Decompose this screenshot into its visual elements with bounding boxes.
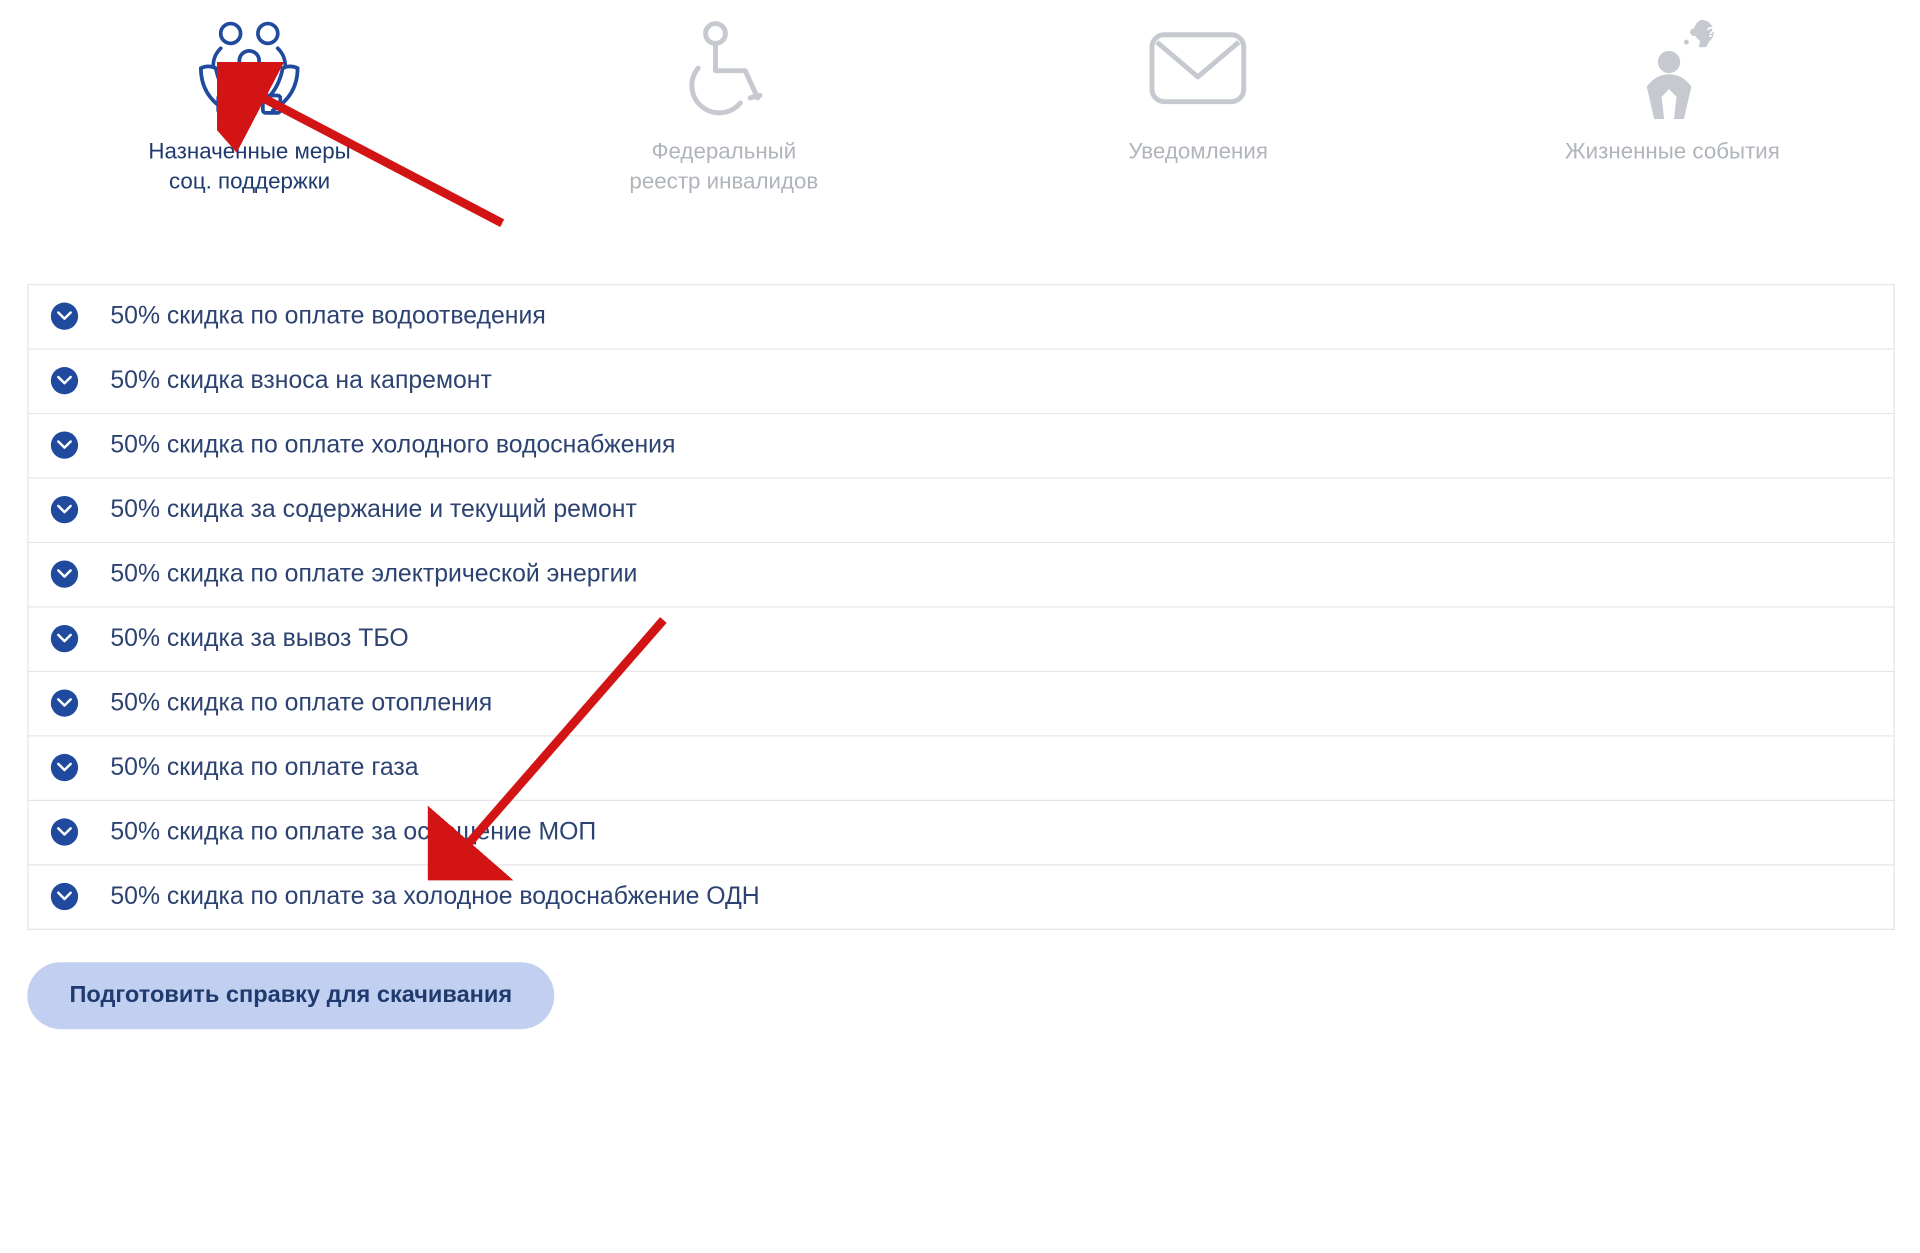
list-item-label: 50% скидка за вывоз ТБО <box>110 624 408 653</box>
chevron-down-icon <box>51 883 78 910</box>
list-item-label: 50% скидка по оплате за освещение МОП <box>110 818 596 847</box>
thinking-person-icon: ? <box>1617 12 1729 124</box>
list-item-label: 50% скидка взноса на капремонт <box>110 367 491 396</box>
tab-label-line2: соц. поддержки <box>169 167 330 197</box>
list-item-label: 50% скидка по оплате газа <box>110 753 418 782</box>
list-item-label: 50% скидка по оплате водоотведения <box>110 302 545 331</box>
chevron-down-icon <box>51 754 78 781</box>
chevron-down-icon <box>51 303 78 330</box>
list-item-label: 50% скидка по оплате холодного водоснабж… <box>110 431 675 460</box>
page-container: Назначенные меры соц. поддержки Федераль… <box>0 0 1920 1029</box>
tab-label-line1: Федеральный <box>652 136 797 166</box>
list-item[interactable]: 50% скидка за вывоз ТБО <box>27 607 1894 671</box>
tab-life-events[interactable]: ? Жизненные события <box>1448 12 1898 196</box>
category-tabs: Назначенные меры соц. поддержки Федераль… <box>0 0 1920 209</box>
list-item[interactable]: 50% скидка взноса на капремонт <box>27 349 1894 413</box>
chevron-down-icon <box>51 367 78 394</box>
list-item-label: 50% скидка по оплате отопления <box>110 689 492 718</box>
tab-label-line2: реестр инвалидов <box>629 167 818 197</box>
list-item[interactable]: 50% скидка по оплате за холодное водосна… <box>27 865 1894 929</box>
list-item[interactable]: 50% скидка по оплате газа <box>27 736 1894 800</box>
list-item[interactable]: 50% скидка по оплате водоотведения <box>27 283 1894 349</box>
envelope-icon <box>1142 12 1254 124</box>
chevron-down-icon <box>51 496 78 523</box>
chevron-down-icon <box>51 690 78 717</box>
list-item[interactable]: 50% скидка по оплате электрической энерг… <box>27 543 1894 607</box>
list-item[interactable]: 50% скидка по оплате холодного водоснабж… <box>27 414 1894 478</box>
chevron-down-icon <box>51 561 78 588</box>
list-item[interactable]: 50% скидка по оплате за освещение МОП <box>27 801 1894 865</box>
tab-label-line1: Назначенные меры <box>148 136 350 166</box>
list-item[interactable]: 50% скидка за содержание и текущий ремон… <box>27 478 1894 542</box>
tab-notifications[interactable]: Уведомления <box>973 12 1423 196</box>
chevron-down-icon <box>51 625 78 652</box>
family-support-icon <box>194 12 306 124</box>
list-item-label: 50% скидка по оплате электрической энерг… <box>110 560 637 589</box>
tab-label-line1: Уведомления <box>1128 136 1268 166</box>
list-item[interactable]: 50% скидка по оплате отопления <box>27 672 1894 736</box>
chevron-down-icon <box>51 432 78 459</box>
tab-disability-registry[interactable]: Федеральный реестр инвалидов <box>499 12 949 196</box>
list-item-label: 50% скидка за содержание и текущий ремон… <box>110 495 636 524</box>
benefits-list: 50% скидка по оплате водоотведения 50% с… <box>27 283 1894 929</box>
prepare-download-button[interactable]: Подготовить справку для скачивания <box>27 962 554 1029</box>
tab-label-line1: Жизненные события <box>1565 136 1780 166</box>
tab-social-support[interactable]: Назначенные меры соц. поддержки <box>25 12 475 196</box>
list-item-label: 50% скидка по оплате за холодное водосна… <box>110 882 759 911</box>
svg-text:?: ? <box>1706 25 1715 41</box>
chevron-down-icon <box>51 819 78 846</box>
wheelchair-icon <box>668 12 780 124</box>
